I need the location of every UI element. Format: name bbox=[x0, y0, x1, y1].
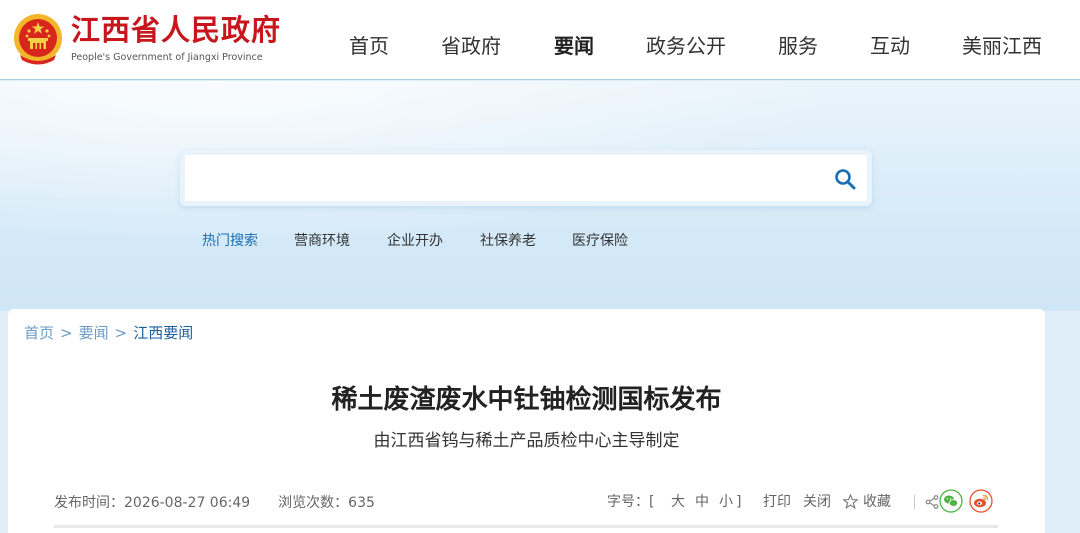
search-icon[interactable] bbox=[833, 167, 857, 191]
breadcrumb-separator: > bbox=[60, 324, 73, 342]
nav-item-provincial-government[interactable]: 省政府 bbox=[441, 32, 501, 60]
wechat-icon[interactable] bbox=[939, 489, 963, 513]
nav-item-home[interactable]: 首页 bbox=[349, 32, 389, 60]
article-subtitle: 由江西省钨与稀土产品质检中心主导制定 bbox=[373, 431, 680, 451]
font-size-medium[interactable]: 中 bbox=[695, 492, 709, 512]
meta-divider bbox=[54, 525, 998, 528]
font-size-small[interactable]: 小 bbox=[719, 492, 733, 512]
hot-search-term[interactable]: 企业开办 bbox=[387, 231, 443, 251]
favorite-button[interactable]: 收藏 bbox=[863, 492, 891, 512]
nav-item-interaction[interactable]: 互动 bbox=[870, 32, 910, 60]
star-icon[interactable] bbox=[843, 494, 858, 509]
breadcrumb-current[interactable]: 江西要闻 bbox=[133, 324, 193, 342]
view-count: 635 bbox=[348, 495, 375, 511]
hot-search-term[interactable]: 医疗保险 bbox=[572, 231, 628, 251]
close-button[interactable]: 关闭 bbox=[803, 492, 831, 512]
article-card: 首页 > 要闻 > 江西要闻 稀土废渣废水中钍铀检测国标发布 由江西省钨与稀土产品质检中… bbox=[8, 309, 1045, 533]
font-size-large[interactable]: 大 bbox=[671, 492, 685, 512]
share-icon[interactable] bbox=[925, 495, 939, 509]
breadcrumb-news[interactable]: 要闻 bbox=[79, 324, 109, 342]
article-meta: 发布时间：2026-08-27 06:49 浏览次数：635 bbox=[54, 493, 375, 513]
breadcrumb-separator: > bbox=[114, 324, 128, 342]
main-nav: 首页 省政府 要闻 政务公开 服务 互动 美丽江西 bbox=[0, 32, 1080, 62]
article-title: 稀土废渣废水中钍铀检测国标发布 bbox=[331, 385, 722, 415]
view-count-label: 浏览次数： bbox=[278, 495, 349, 511]
search-banner: 热门搜索 营商环境 企业开办 社保养老 医疗保险 bbox=[0, 81, 1080, 311]
publish-time: 2026-08-27 06:49 bbox=[124, 495, 251, 511]
nav-item-news[interactable]: 要闻 bbox=[554, 32, 594, 60]
search-input[interactable] bbox=[199, 163, 799, 193]
font-size-bracket: ] bbox=[736, 494, 742, 510]
site-header: 江西省人民政府 People's Government of Jiangxi P… bbox=[0, 0, 1080, 80]
breadcrumb: 首页 > 要闻 > 江西要闻 bbox=[24, 323, 193, 343]
nav-item-government-affairs[interactable]: 政务公开 bbox=[646, 32, 726, 60]
publish-time-label: 发布时间： bbox=[54, 495, 124, 511]
font-size-label: 字号：[ bbox=[607, 494, 655, 510]
search-box bbox=[180, 150, 872, 206]
print-button[interactable]: 打印 bbox=[763, 492, 791, 512]
hot-search-term[interactable]: 营商环境 bbox=[294, 231, 350, 251]
hot-search-label: 热门搜索 bbox=[202, 233, 258, 249]
article-tools: 字号：[ 大 中 小 ] 打印 关闭 收藏 bbox=[607, 489, 997, 515]
tools-divider bbox=[914, 495, 915, 509]
breadcrumb-home[interactable]: 首页 bbox=[24, 324, 54, 342]
hot-search-row: 热门搜索 营商环境 企业开办 社保养老 医疗保险 bbox=[0, 231, 1080, 251]
weibo-icon[interactable] bbox=[969, 489, 993, 513]
hot-search-term[interactable]: 社保养老 bbox=[480, 231, 536, 251]
nav-item-services[interactable]: 服务 bbox=[778, 32, 818, 60]
nav-item-beautiful-jiangxi[interactable]: 美丽江西 bbox=[962, 32, 1042, 60]
